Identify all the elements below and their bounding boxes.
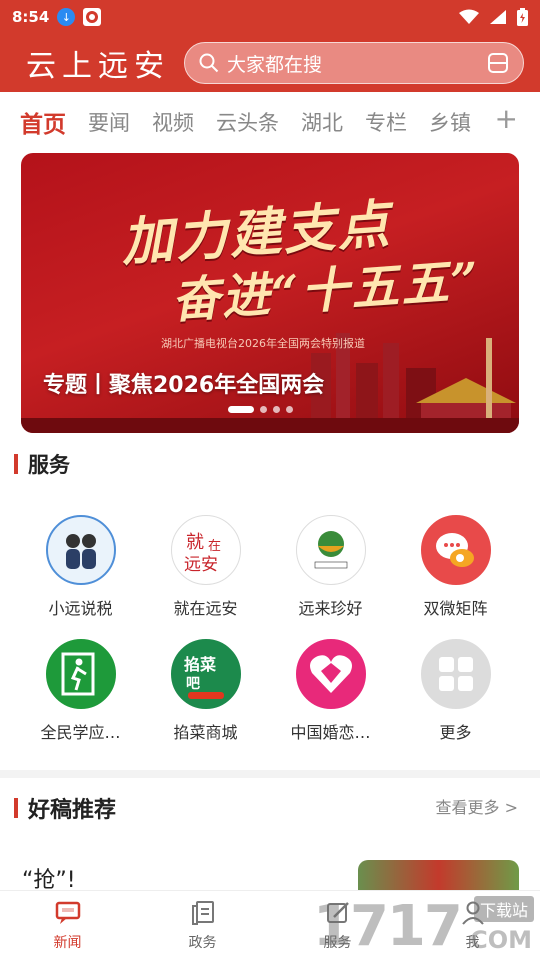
search-icon <box>199 53 219 73</box>
download-icon: ↓ <box>57 8 76 26</box>
app-notification-icon <box>83 8 102 26</box>
recommend-section-title: 好稿推荐 <box>14 792 116 824</box>
svg-text:掐菜: 掐菜 <box>184 655 216 674</box>
nav-government-label: 政务 <box>188 934 217 951</box>
service-label: 中国婚恋… <box>290 723 371 742</box>
channel-tabs: 首页 要闻 视频 云头条 湖北 专栏 乡镇 + <box>0 92 540 152</box>
add-channel-icon[interactable]: + <box>495 102 518 135</box>
pagination-dot[interactable] <box>260 406 267 413</box>
tax-avatar-icon <box>45 515 116 585</box>
jiuzai-yuanan-icon: 就在远安 <box>170 515 241 585</box>
svg-text:就: 就 <box>186 532 204 553</box>
watermark-domain: COM <box>470 926 532 954</box>
service-item-marriage[interactable]: 中国婚恋… <box>268 639 393 743</box>
status-time: 8:54 <box>12 8 50 26</box>
document-stack-icon <box>191 900 214 925</box>
svg-text:吧: 吧 <box>186 676 200 692</box>
site-watermark: 1717 下载站 COM <box>313 894 538 959</box>
service-item-qiacai-mall[interactable]: 掐菜吧 掐菜商城 <box>143 639 268 743</box>
tab-towns[interactable]: 乡镇 <box>429 107 471 137</box>
services-grid: 小远说税 就在远安 就在远安 远来珍好 双微矩阵 全民学应… 掐菜 吧 掐菜商城… <box>18 515 518 743</box>
scan-icon[interactable] <box>487 52 509 74</box>
banner-pagination <box>228 406 293 413</box>
yuanlai-zhenhao-icon <box>295 515 366 585</box>
service-label: 双微矩阵 <box>423 599 488 618</box>
pagination-dot[interactable] <box>286 406 293 413</box>
svg-text:远安: 远安 <box>184 555 218 575</box>
tab-cloud-headlines[interactable]: 云头条 <box>216 107 279 137</box>
service-label: 更多 <box>439 723 472 742</box>
section-accent-bar <box>14 454 18 474</box>
nav-government[interactable]: 政务 <box>135 891 270 960</box>
article-thumbnail[interactable] <box>358 860 519 890</box>
heart-icon <box>295 639 366 709</box>
wifi-icon <box>459 9 479 24</box>
tab-headline-news[interactable]: 要闻 <box>88 107 130 137</box>
tab-column[interactable]: 专栏 <box>365 107 407 137</box>
search-placeholder: 大家都在搜 <box>227 53 323 76</box>
weibo-wechat-icon <box>420 515 491 585</box>
view-more-link[interactable]: 查看更多 > <box>436 794 519 818</box>
service-label: 就在远安 <box>173 599 238 618</box>
service-label: 掐菜商城 <box>173 723 238 742</box>
nav-news-label: 新闻 <box>53 934 82 951</box>
service-item-emergency-learning[interactable]: 全民学应… <box>18 639 143 743</box>
app-header: 云上远安 大家都在搜 <box>0 34 540 92</box>
services-section-title: 服务 <box>14 449 70 479</box>
svg-text:在: 在 <box>208 539 221 554</box>
hero-banner[interactable]: 加力建支点 奋进“十五五” 湖北广播电视台2026年全国两会特别报道 专题丨聚焦… <box>21 153 519 433</box>
more-grid-icon <box>420 639 491 709</box>
emergency-exit-icon <box>45 639 116 709</box>
watermark-tag: 下载站 <box>473 896 534 922</box>
tab-video[interactable]: 视频 <box>152 107 194 137</box>
app-logo: 云上远安 <box>26 49 170 84</box>
nav-news[interactable]: 新闻 <box>0 891 135 960</box>
watermark-number: 1717 <box>313 894 463 959</box>
banner-caption: 专题丨聚焦2026年全国两会 <box>43 373 325 398</box>
service-item-weibo-wechat[interactable]: 双微矩阵 <box>393 515 518 619</box>
news-chat-icon <box>55 901 80 924</box>
service-item-more[interactable]: 更多 <box>393 639 518 743</box>
service-item-yuanlai-zhenhao[interactable]: 远来珍好 <box>268 515 393 619</box>
service-item-tax[interactable]: 小远说税 <box>18 515 143 619</box>
battery-icon <box>517 8 528 26</box>
service-label: 全民学应… <box>40 723 121 742</box>
service-label: 小远说税 <box>48 599 113 618</box>
recommend-title-text: 好稿推荐 <box>28 798 117 823</box>
section-accent-bar <box>14 798 18 818</box>
tab-home[interactable]: 首页 <box>20 105 66 139</box>
banner-subtitle: 湖北广播电视台2026年全国两会特别报道 <box>161 337 365 350</box>
qiacai-mall-icon: 掐菜吧 <box>170 639 241 709</box>
signal-icon <box>490 10 506 24</box>
search-bar[interactable]: 大家都在搜 <box>184 42 524 84</box>
service-item-jiuzai-yuanan[interactable]: 就在远安 就在远安 <box>143 515 268 619</box>
app-root: 8:54 ↓ 云上远安 大家都在搜 首页 要闻 视频 云头条 湖北 专栏 乡镇 … <box>0 0 540 960</box>
pagination-dot[interactable] <box>273 406 280 413</box>
pagination-dot-active[interactable] <box>228 406 254 413</box>
service-label: 远来珍好 <box>298 599 363 618</box>
section-divider <box>0 770 540 778</box>
status-bar: 8:54 ↓ <box>0 0 540 34</box>
services-title-text: 服务 <box>28 453 70 477</box>
status-indicators <box>459 8 528 26</box>
tab-hubei[interactable]: 湖北 <box>301 107 343 137</box>
